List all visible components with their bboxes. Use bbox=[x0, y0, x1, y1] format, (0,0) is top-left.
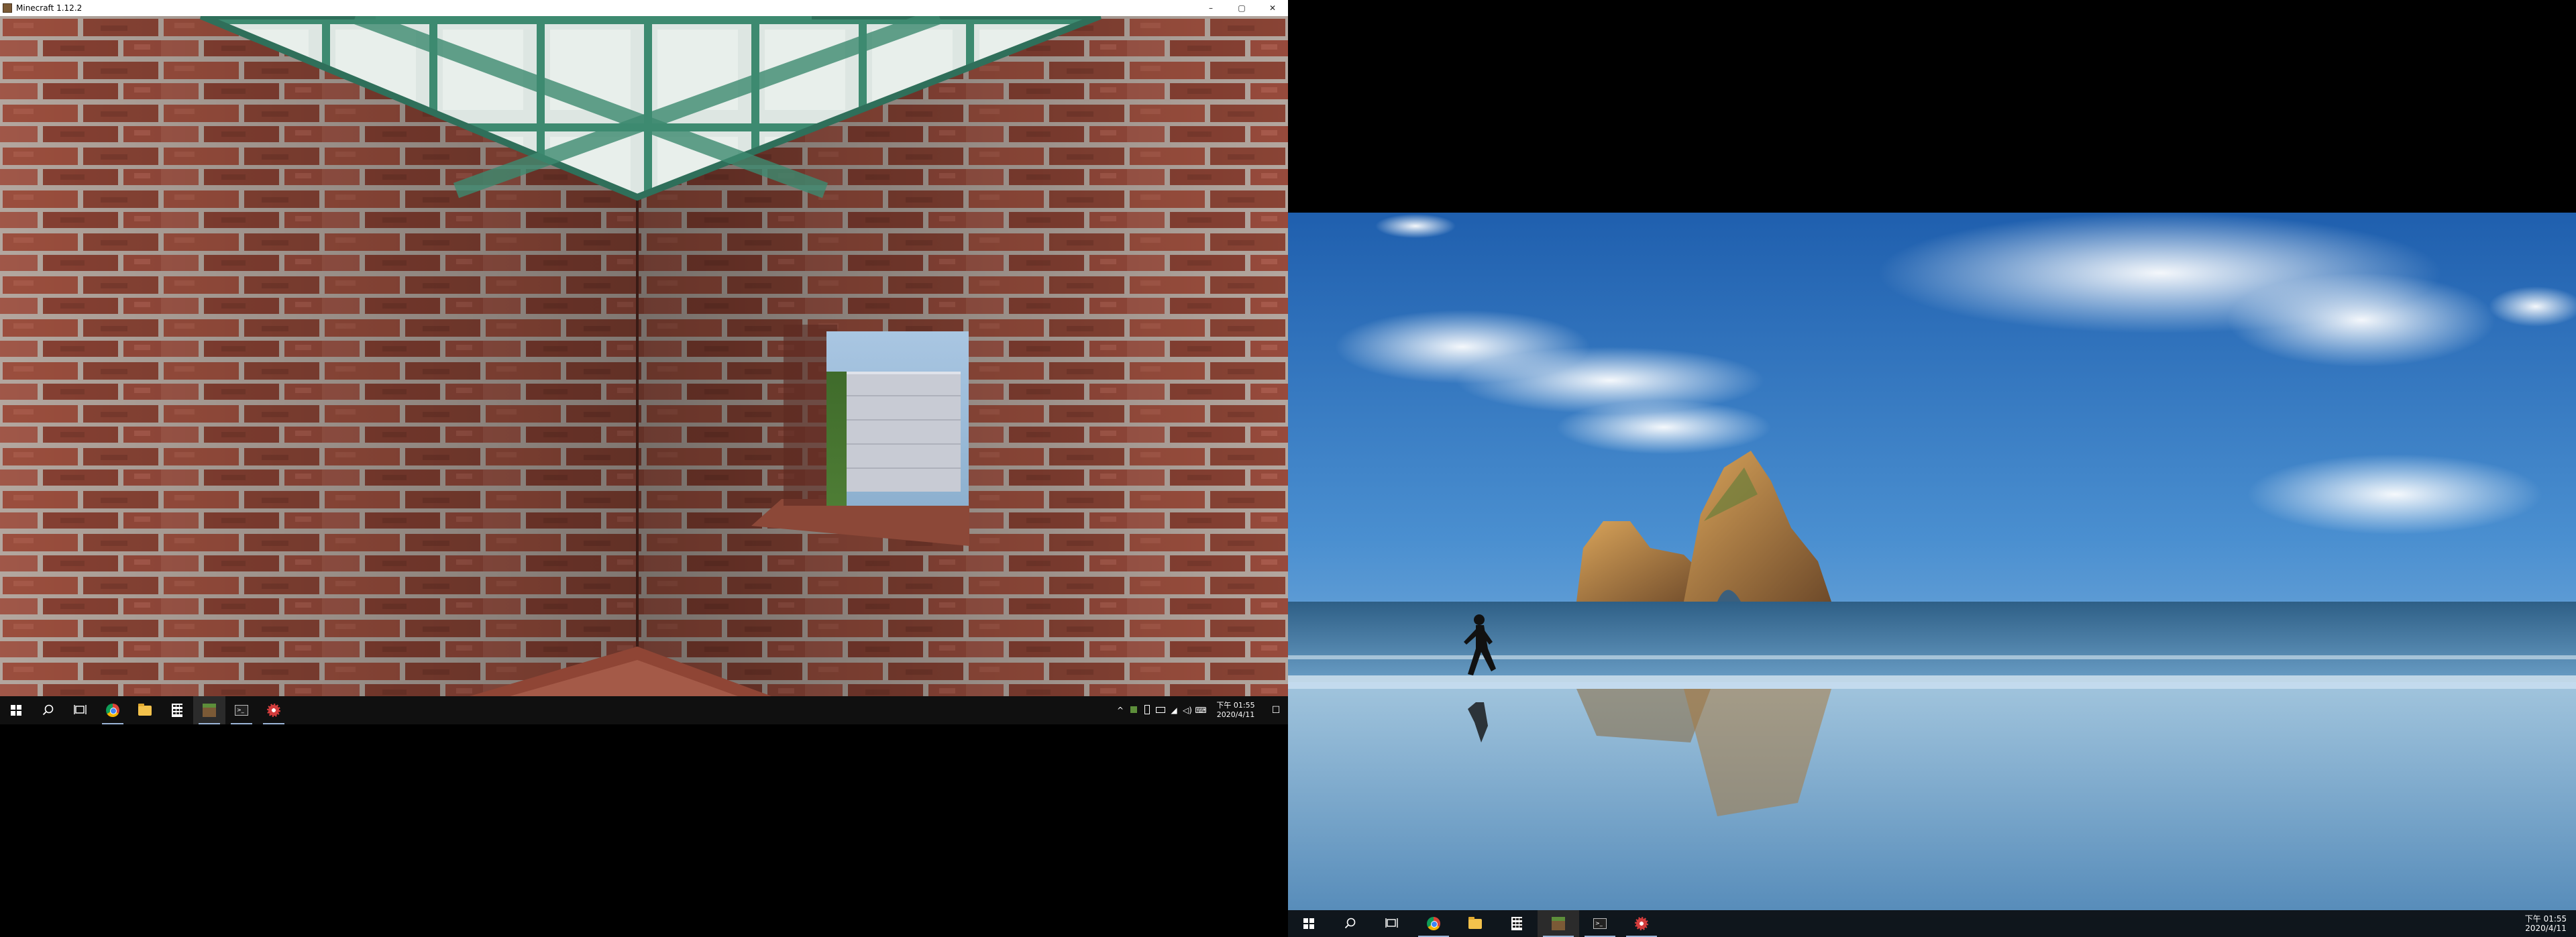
task-view-button-right[interactable] bbox=[1371, 910, 1413, 937]
search-button-right[interactable] bbox=[1330, 910, 1371, 937]
clock-date: 2020/4/11 bbox=[2525, 924, 2567, 933]
window-opening bbox=[826, 331, 969, 506]
taskbar-minecraft[interactable] bbox=[193, 696, 225, 724]
taskbar-settings-app[interactable] bbox=[258, 696, 290, 724]
search-icon bbox=[1344, 918, 1356, 929]
outside-grass bbox=[826, 372, 847, 506]
system-tray-right: 下午 01:55 2020/4/11 bbox=[2516, 910, 2576, 937]
close-button[interactable]: ✕ bbox=[1257, 0, 1288, 16]
clock-time: 下午 01:55 bbox=[1216, 701, 1255, 710]
usb-icon[interactable] bbox=[1140, 704, 1154, 716]
windows-logo-icon bbox=[1303, 918, 1314, 929]
game-scene bbox=[0, 16, 1288, 696]
task-view-icon bbox=[74, 705, 87, 714]
command-prompt-icon: >_ bbox=[235, 705, 248, 716]
right-monitor: >_ 下午 01:55 2020/4/11 bbox=[1288, 213, 2576, 937]
task-view-button[interactable] bbox=[64, 696, 97, 724]
search-button[interactable] bbox=[32, 696, 64, 724]
volume-icon[interactable]: ◁) bbox=[1181, 706, 1194, 715]
tray-overflow-chevron[interactable]: ^ bbox=[1114, 706, 1127, 715]
snow-block-structure bbox=[847, 372, 961, 492]
taskbar-command-prompt[interactable]: >_ bbox=[225, 696, 258, 724]
gear-icon bbox=[267, 704, 280, 717]
taskbar-clock-right[interactable]: 下午 01:55 2020/4/11 bbox=[2516, 914, 2576, 933]
windows-logo-icon bbox=[11, 705, 21, 716]
folder-icon bbox=[1468, 916, 1482, 929]
minecraft-game-view[interactable] bbox=[0, 16, 1288, 696]
chrome-icon bbox=[1427, 917, 1440, 930]
battery-icon[interactable] bbox=[1154, 706, 1167, 715]
taskbar-minecraft-right[interactable] bbox=[1538, 910, 1579, 937]
taskbar-calculator[interactable] bbox=[161, 696, 193, 724]
network-icon[interactable]: ◢ bbox=[1167, 706, 1181, 715]
command-prompt-icon: >_ bbox=[1593, 918, 1607, 929]
clock-date: 2020/4/11 bbox=[1216, 710, 1255, 719]
taskbar-left: >_ ^ ◢ ◁) ⌨ 下午 01:55 2020/4/11 ☐ bbox=[0, 696, 1288, 724]
taskbar-file-explorer-right[interactable] bbox=[1454, 910, 1496, 937]
folder-icon bbox=[138, 703, 152, 716]
system-tray: ^ ◢ ◁) ⌨ 下午 01:55 2020/4/11 ☐ bbox=[1114, 696, 1288, 724]
minecraft-icon bbox=[1552, 917, 1565, 930]
search-icon bbox=[42, 704, 54, 716]
taskbar-chrome-right[interactable] bbox=[1413, 910, 1454, 937]
taskbar-calculator-right[interactable] bbox=[1496, 910, 1538, 937]
start-button-right[interactable] bbox=[1288, 910, 1330, 937]
minecraft-titlebar[interactable]: Minecraft 1.12.2 – ▢ ✕ bbox=[0, 0, 1288, 17]
taskbar-file-explorer[interactable] bbox=[129, 696, 161, 724]
task-view-icon bbox=[1385, 918, 1398, 928]
taskbar-right: >_ 下午 01:55 2020/4/11 bbox=[1288, 910, 2576, 937]
desktop-wallpaper bbox=[1288, 213, 2576, 937]
start-button[interactable] bbox=[0, 696, 32, 724]
minecraft-icon bbox=[203, 704, 216, 717]
minecraft-app-icon bbox=[3, 3, 12, 13]
taskbar-settings-app-right[interactable] bbox=[1621, 910, 1662, 937]
window-controls: – ▢ ✕ bbox=[1195, 0, 1288, 16]
taskbar-command-prompt-right[interactable]: >_ bbox=[1579, 910, 1621, 937]
input-method-icon[interactable]: ⌨ bbox=[1194, 706, 1208, 715]
tray-app-icon[interactable] bbox=[1127, 706, 1140, 715]
calculator-icon bbox=[1511, 917, 1522, 930]
gear-icon bbox=[1635, 917, 1648, 930]
calculator-icon bbox=[172, 704, 182, 717]
taskbar-clock[interactable]: 下午 01:55 2020/4/11 bbox=[1208, 701, 1264, 720]
clock-time: 下午 01:55 bbox=[2524, 914, 2567, 924]
taskbar-chrome[interactable] bbox=[97, 696, 129, 724]
notification-center-button[interactable]: ☐ bbox=[1264, 705, 1288, 716]
chrome-icon bbox=[106, 704, 119, 717]
minimize-button[interactable]: – bbox=[1195, 0, 1226, 16]
left-monitor: Minecraft 1.12.2 – ▢ ✕ >_ ^ ◢ ◁) ⌨ 下午 01… bbox=[0, 0, 1288, 724]
maximize-button[interactable]: ▢ bbox=[1226, 0, 1257, 16]
window-title: Minecraft 1.12.2 bbox=[16, 3, 83, 13]
